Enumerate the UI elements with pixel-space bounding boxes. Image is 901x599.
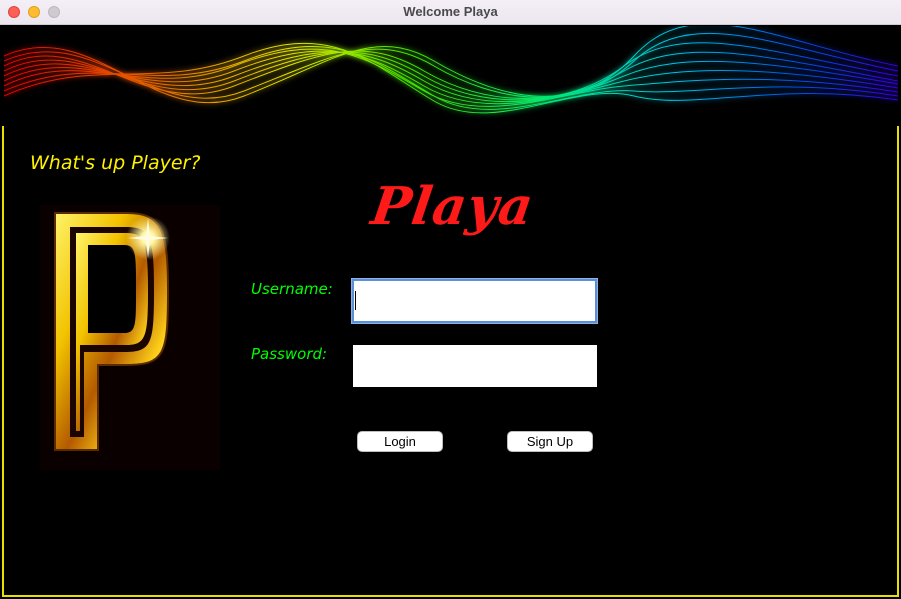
password-label: Password: [251, 345, 328, 363]
password-field[interactable] [353, 345, 597, 387]
login-button[interactable]: Login [357, 431, 443, 452]
playa-p-logo-icon [40, 205, 220, 470]
username-field[interactable] [352, 279, 597, 323]
rainbow-wave-icon [4, 26, 898, 114]
waveform-banner [4, 26, 898, 126]
window-title: Welcome Playa [403, 4, 498, 19]
text-caret [355, 291, 356, 310]
greeting-text: What's up Player? [30, 152, 201, 174]
sign-up-button[interactable]: Sign Up [507, 431, 593, 452]
brand-title: Playa [367, 176, 538, 237]
app-window: Welcome Playa What's up Player? Playa Us… [0, 0, 901, 599]
username-label: Username: [251, 280, 333, 298]
title-bar[interactable]: Welcome Playa [0, 0, 901, 25]
